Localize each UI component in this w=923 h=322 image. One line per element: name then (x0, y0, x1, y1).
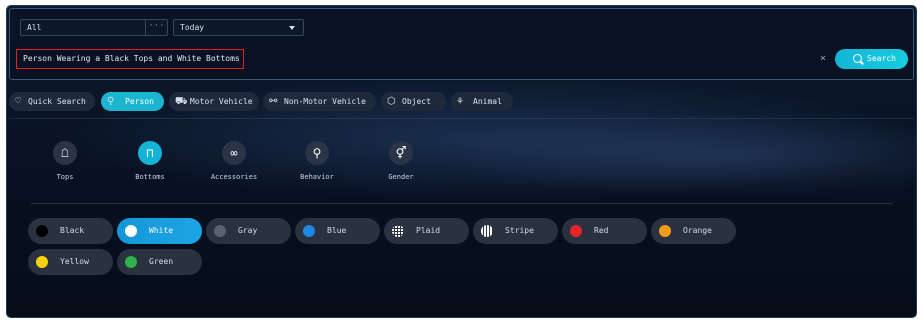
tab-quick-search[interactable]: ♡ Quick Search (9, 92, 95, 111)
category-accessories[interactable]: ∞ Accessories (204, 141, 264, 181)
category-label: Accessories (210, 173, 258, 181)
scope-select[interactable]: All ··· (20, 19, 168, 36)
cube-icon: ⬡ (387, 96, 396, 107)
walking-icon: ⚲ (305, 141, 329, 165)
tab-label: Quick Search (28, 97, 86, 106)
color-chip-yellow[interactable]: Yellow (28, 249, 113, 275)
color-swatch (36, 225, 48, 237)
time-range-value: Today (180, 23, 205, 32)
color-swatch (36, 256, 48, 268)
color-label: White (149, 226, 174, 235)
tab-person[interactable]: ⚲ Person (101, 92, 164, 111)
color-chip-orange[interactable]: Orange (651, 218, 736, 244)
more-options-button[interactable]: ··· (145, 20, 167, 35)
category-tops[interactable]: ☖ Tops (35, 141, 95, 181)
color-label: Plaid (416, 226, 441, 235)
category-gender[interactable]: ⚥ Gender (371, 141, 431, 181)
time-range-select[interactable]: Today (173, 19, 304, 36)
attribute-panel: ☖ Tops ⊓ Bottoms ∞ Accessories ⚲ Behavio… (9, 118, 914, 317)
category-label: Bottoms (135, 173, 165, 181)
color-chip-stripe[interactable]: Stripe (473, 218, 558, 244)
category-label: Gender (388, 173, 414, 181)
tab-label: Animal (473, 97, 502, 106)
color-chip-gray[interactable]: Gray (206, 218, 291, 244)
person-icon: ⚲ (107, 96, 115, 107)
color-swatch (303, 225, 315, 237)
color-chip-plaid[interactable]: Plaid (384, 218, 469, 244)
scope-select-value: All (27, 23, 42, 32)
color-label: Gray (238, 226, 258, 235)
glasses-icon: ∞ (222, 141, 246, 165)
tab-non-motor-vehicle[interactable]: ⚯ Non-Motor Vehicle (263, 92, 376, 111)
heart-icon: ♡ (15, 96, 22, 107)
gender-icon: ⚥ (389, 141, 413, 165)
color-chip-black[interactable]: Black (28, 218, 113, 244)
tab-animal[interactable]: ⚘ Animal (451, 92, 513, 111)
app-frame: All ··· Today Person Wearing a Black Top… (6, 5, 917, 318)
search-input[interactable]: Person Wearing a Black Tops and White Bo… (16, 49, 244, 69)
search-button-label: Search (867, 54, 896, 63)
tab-object[interactable]: ⬡ Object (381, 92, 446, 111)
tab-label: Person (125, 97, 154, 106)
category-behavior[interactable]: ⚲ Behavior (287, 141, 347, 181)
color-swatch (570, 225, 582, 237)
category-bottoms[interactable]: ⊓ Bottoms (120, 141, 180, 181)
color-swatch (659, 225, 671, 237)
color-chip-blue[interactable]: Blue (295, 218, 380, 244)
category-label: Tops (56, 173, 74, 181)
tab-motor-vehicle[interactable]: ⛟ Motor Vehicle (169, 92, 259, 111)
color-label: Blue (327, 226, 347, 235)
category-label: Behavior (300, 173, 334, 181)
color-chip-white[interactable]: White (117, 218, 202, 244)
plaid-pattern-icon (392, 225, 404, 237)
animal-icon: ⚘ (457, 96, 464, 107)
color-label: Black (60, 226, 85, 235)
color-chip-green[interactable]: Green (117, 249, 202, 275)
clear-search-button[interactable]: × (820, 53, 830, 65)
color-label: Stripe (505, 226, 534, 235)
color-label: Orange (683, 226, 712, 235)
search-button[interactable]: Search (835, 49, 908, 69)
search-query-text: Person Wearing a Black Tops and White Bo… (23, 54, 240, 63)
color-swatch (125, 225, 137, 237)
tab-label: Object (402, 97, 431, 106)
chevron-down-icon (289, 26, 295, 30)
color-label: Red (594, 226, 609, 235)
shirt-icon: ☖ (53, 141, 77, 165)
car-icon: ⛟ (175, 96, 188, 107)
pants-icon: ⊓ (138, 141, 162, 165)
color-label: Green (149, 257, 174, 266)
tab-label: Non-Motor Vehicle (284, 97, 366, 106)
tab-label: Motor Vehicle (190, 97, 253, 106)
color-swatch (214, 225, 226, 237)
color-swatch (125, 256, 137, 268)
section-divider (31, 203, 893, 204)
stripe-pattern-icon (481, 225, 493, 237)
bicycle-icon: ⚯ (269, 96, 278, 107)
color-chip-red[interactable]: Red (562, 218, 647, 244)
search-icon (853, 54, 862, 63)
search-panel: All ··· Today Person Wearing a Black Top… (9, 8, 914, 80)
color-label: Yellow (60, 257, 89, 266)
